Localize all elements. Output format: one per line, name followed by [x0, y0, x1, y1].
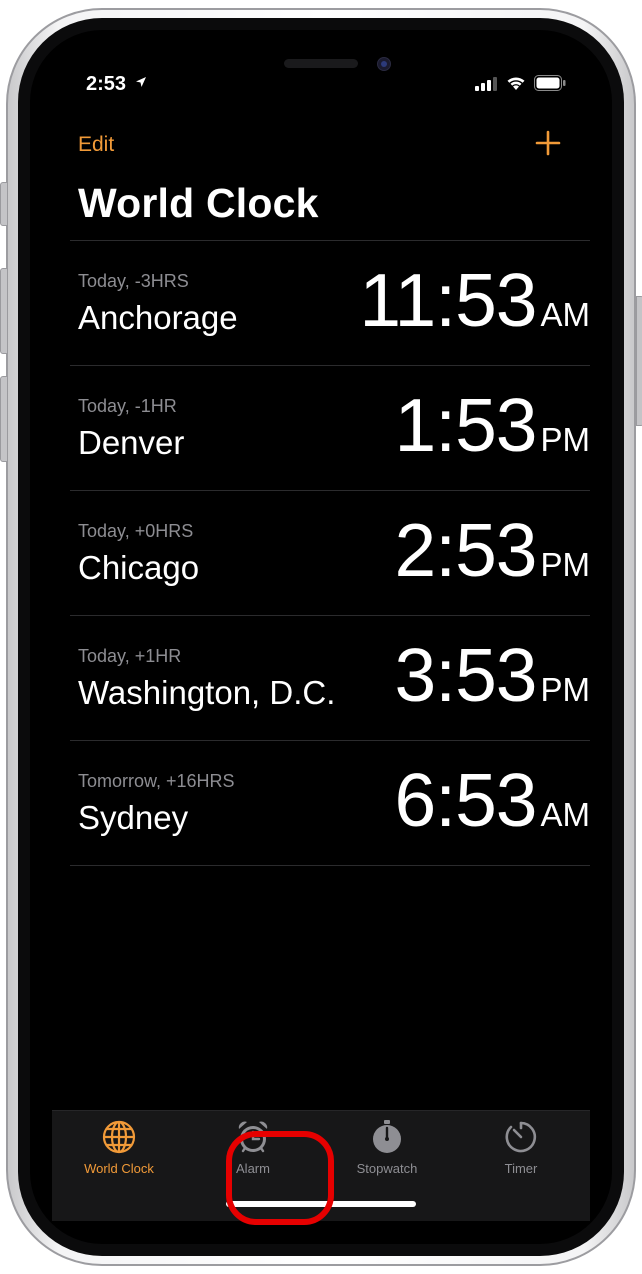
clock-row-washington[interactable]: Today, +1HR Washington, D.C. 3:53 PM — [70, 616, 590, 741]
clock-ampm: PM — [540, 546, 591, 583]
clock-offset: Today, -3HRS — [78, 271, 189, 291]
clock-time-digits: 3:53 — [394, 633, 538, 717]
tab-world-clock[interactable]: World Clock — [52, 1119, 186, 1189]
clock-time: 3:53 PM — [395, 638, 590, 713]
clock-time-digits: 2:53 — [394, 508, 538, 592]
location-arrow-icon — [136, 77, 146, 87]
cellular-signal-icon — [475, 77, 497, 91]
silent-switch — [0, 182, 8, 226]
stopwatch-icon — [373, 1120, 401, 1153]
annotation-highlight-ring — [226, 1131, 334, 1225]
clock-offset: Today, +0HRS — [78, 521, 194, 541]
timer-icon — [505, 1121, 537, 1153]
clock-offset: Today, -1HR — [78, 396, 177, 416]
clock-city: Denver — [78, 424, 185, 461]
page-title: World Clock — [78, 180, 319, 226]
screen: 2:53 Edit World Clock Today, -3HRS Ancho… — [30, 30, 612, 1244]
front-camera — [377, 57, 391, 71]
tab-timer[interactable]: Timer — [454, 1119, 588, 1189]
clock-ampm: PM — [540, 671, 591, 708]
battery-icon — [534, 75, 566, 91]
volume-up-button — [0, 268, 8, 354]
clock-offset: Tomorrow, +16HRS — [78, 771, 235, 791]
status-time: 2:53 — [86, 73, 127, 95]
clock-ampm: PM — [540, 421, 591, 458]
clock-city: Washington, D.C. — [78, 674, 336, 711]
clock-ampm: AM — [540, 296, 591, 333]
earpiece-speaker — [284, 59, 358, 68]
clock-city: Sydney — [78, 799, 189, 836]
clock-row-sydney[interactable]: Tomorrow, +16HRS Sydney 6:53 AM — [70, 741, 590, 866]
edit-button[interactable]: Edit — [78, 133, 114, 157]
tab-label: Stopwatch — [356, 1161, 418, 1176]
clock-city: Chicago — [78, 549, 200, 586]
power-button — [636, 296, 642, 426]
clock-time: 6:53 AM — [395, 763, 590, 838]
add-clock-plus-icon[interactable] — [535, 130, 561, 156]
clock-offset: Today, +1HR — [78, 646, 182, 666]
clock-time-digits: 11:53 — [359, 258, 537, 342]
volume-down-button — [0, 376, 8, 462]
tab-stopwatch[interactable]: Stopwatch — [320, 1119, 454, 1189]
clock-city: Anchorage — [78, 299, 238, 336]
clock-row-denver[interactable]: Today, -1HR Denver 1:53 PM — [70, 366, 590, 491]
wifi-icon — [507, 77, 525, 90]
tab-label: World Clock — [84, 1161, 154, 1176]
tab-label: Timer — [504, 1161, 538, 1176]
clock-ampm: AM — [540, 796, 591, 833]
clock-time-digits: 1:53 — [394, 383, 538, 467]
globe-icon — [102, 1120, 136, 1154]
clock-row-chicago[interactable]: Today, +0HRS Chicago 2:53 PM — [70, 491, 590, 616]
clock-time: 11:53 AM — [359, 263, 590, 338]
clock-time: 2:53 PM — [395, 513, 590, 588]
clock-time-digits: 6:53 — [394, 758, 538, 842]
clock-time: 1:53 PM — [395, 388, 590, 463]
clock-row-anchorage[interactable]: Today, -3HRS Anchorage 11:53 AM — [70, 241, 590, 366]
world-clock-list: Today, -3HRS Anchorage 11:53 AM Today, -… — [70, 240, 590, 866]
